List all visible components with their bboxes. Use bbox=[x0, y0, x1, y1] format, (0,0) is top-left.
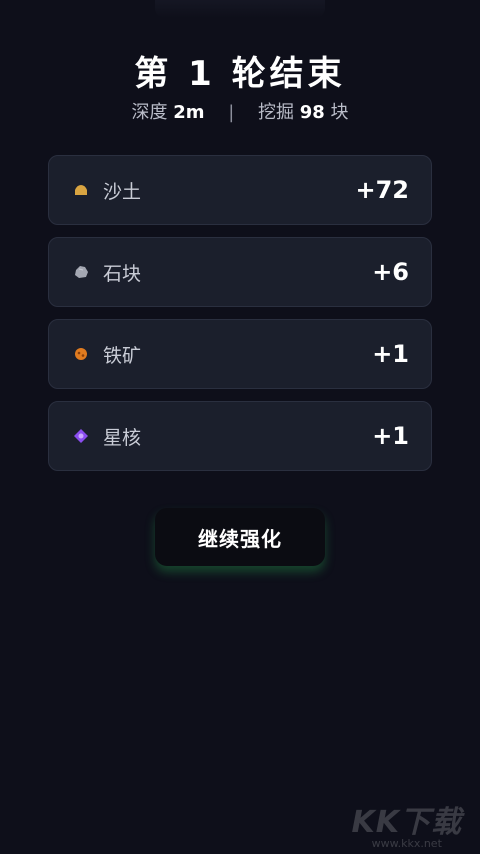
star-core-icon bbox=[73, 428, 89, 444]
stone-icon bbox=[73, 264, 89, 280]
round-title: 第 1 轮结束 bbox=[134, 54, 346, 94]
loot-name: 沙土 bbox=[103, 180, 142, 203]
loot-row-star-core: 星核 +1 bbox=[48, 401, 432, 471]
loot-row-stone: 石块 +6 bbox=[48, 237, 432, 307]
loot-count: +6 bbox=[372, 258, 409, 286]
stats-separator: | bbox=[228, 102, 235, 123]
loot-count: +1 bbox=[372, 340, 409, 368]
continue-upgrade-button[interactable]: 继续强化 bbox=[155, 508, 325, 566]
iron-ore-icon bbox=[73, 346, 89, 362]
round-stats: 深度 2m | 挖掘 98 块 bbox=[0, 98, 480, 124]
loot-name: 石块 bbox=[103, 262, 142, 285]
loot-row-iron: 铁矿 +1 bbox=[48, 319, 432, 389]
dig-label: 挖掘 bbox=[258, 102, 295, 123]
loot-list: 沙土 +72 石块 +6 铁矿 +1 星核 +1 bbox=[48, 155, 432, 483]
top-panel-edge bbox=[155, 0, 325, 18]
loot-count: +72 bbox=[355, 176, 409, 204]
dig-unit: 块 bbox=[330, 102, 349, 123]
depth-label: 深度 bbox=[131, 102, 168, 123]
sand-icon bbox=[73, 182, 89, 198]
dig-value: 98 bbox=[299, 102, 325, 123]
loot-count: +1 bbox=[372, 422, 409, 450]
loot-name: 星核 bbox=[103, 426, 142, 449]
watermark-main: KK下载 bbox=[351, 805, 462, 840]
watermark-logo: KK下载 www.kkx.net bbox=[352, 797, 463, 850]
loot-name: 铁矿 bbox=[103, 344, 142, 367]
loot-row-sand: 沙土 +72 bbox=[48, 155, 432, 225]
depth-value: 2m bbox=[173, 102, 205, 123]
